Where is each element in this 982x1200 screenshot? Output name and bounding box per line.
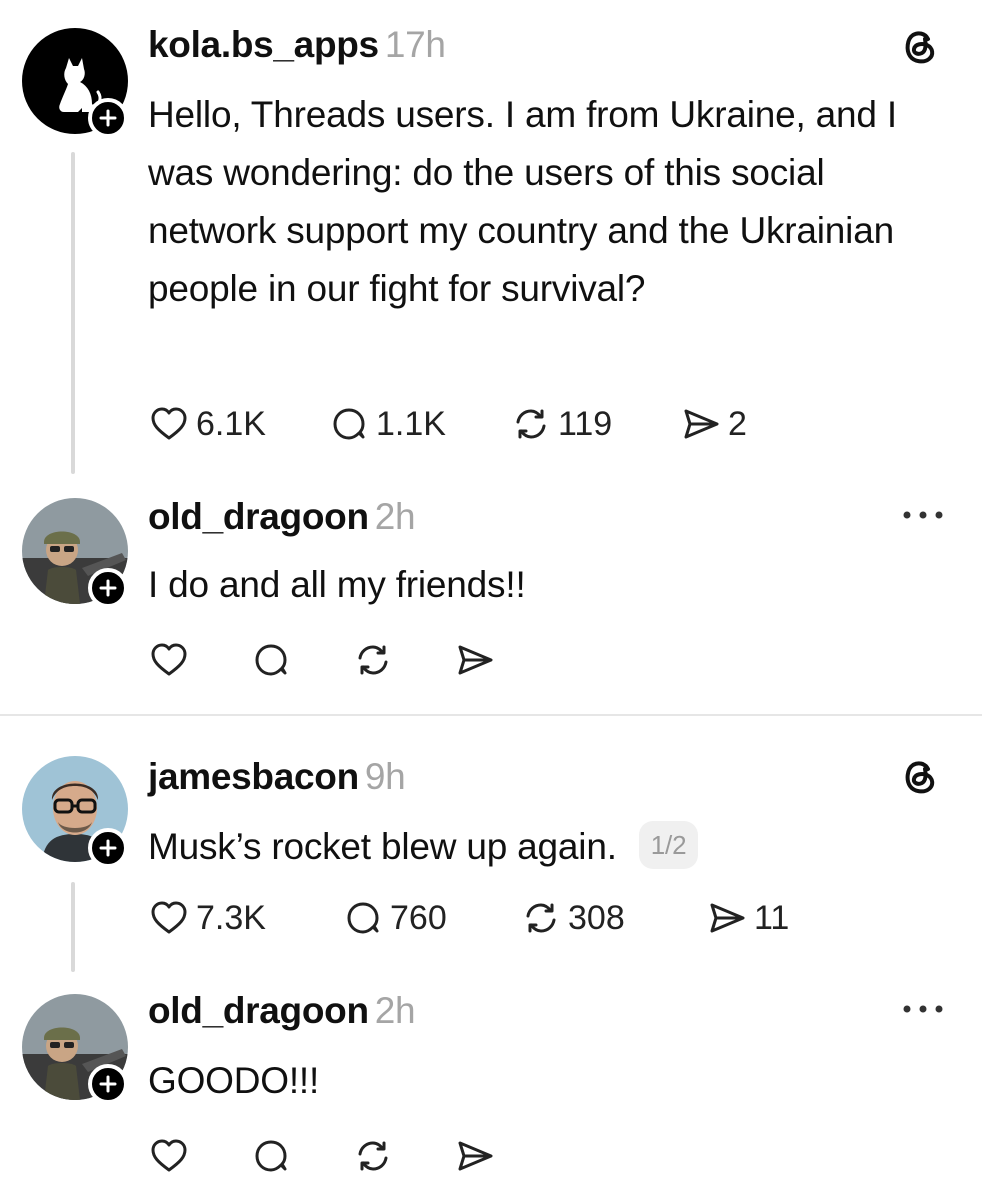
reply-count: 1.1K bbox=[376, 404, 446, 443]
repost-icon bbox=[358, 645, 388, 675]
share-count: 11 bbox=[754, 898, 790, 937]
more-options-icon[interactable] bbox=[900, 1002, 946, 1016]
share-count: 2 bbox=[728, 404, 747, 443]
threads-logo-icon[interactable] bbox=[898, 754, 942, 798]
repost-button[interactable]: 308 bbox=[520, 897, 706, 939]
post-text-container: Musk’s rocket blew up again. 1/2 bbox=[148, 818, 948, 876]
heart-icon bbox=[151, 901, 187, 934]
threads-logo-icon[interactable] bbox=[898, 24, 942, 68]
post: jamesbacon 9h Musk’s rocket blew up again… bbox=[0, 736, 982, 976]
repost-icon bbox=[526, 903, 556, 933]
send-icon bbox=[458, 645, 493, 675]
reply-bubble-icon bbox=[255, 1140, 287, 1172]
action-bar bbox=[148, 1132, 496, 1180]
like-button[interactable]: 7.3K bbox=[148, 897, 342, 939]
share-button[interactable] bbox=[454, 639, 496, 681]
username[interactable]: jamesbacon 9h bbox=[148, 756, 406, 798]
repost-count: 308 bbox=[568, 898, 625, 937]
like-count: 6.1K bbox=[196, 404, 266, 443]
heart-icon bbox=[151, 643, 187, 676]
send-icon bbox=[684, 409, 719, 439]
like-button[interactable] bbox=[148, 1135, 250, 1177]
repost-button[interactable]: 119 bbox=[510, 403, 680, 445]
post-time: 17h bbox=[384, 24, 446, 65]
send-icon bbox=[458, 1141, 493, 1171]
heart-icon bbox=[151, 407, 187, 440]
reply-post: old_dragoon 2h GOODO!!! bbox=[0, 984, 982, 1200]
post-time: 9h bbox=[364, 756, 406, 797]
action-bar bbox=[148, 636, 496, 684]
repost-icon bbox=[516, 409, 546, 439]
follow-badge[interactable] bbox=[88, 568, 128, 608]
reply-bubble-icon bbox=[347, 902, 379, 934]
thread-line bbox=[71, 882, 75, 972]
share-button[interactable]: 11 bbox=[706, 897, 789, 939]
reply-count: 760 bbox=[390, 898, 447, 937]
post-text: Hello, Threads users. I am from Ukraine,… bbox=[148, 94, 897, 309]
post-time: 2h bbox=[374, 496, 416, 537]
username[interactable]: old_dragoon 2h bbox=[148, 990, 416, 1032]
share-button[interactable] bbox=[454, 1135, 496, 1177]
like-button[interactable] bbox=[148, 639, 250, 681]
plus-icon bbox=[99, 1075, 117, 1093]
page-indicator: 1/2 bbox=[638, 821, 699, 870]
reply-button[interactable] bbox=[250, 1135, 352, 1177]
plus-icon bbox=[99, 839, 117, 857]
repost-button[interactable] bbox=[352, 1135, 454, 1177]
follow-badge[interactable] bbox=[88, 828, 128, 868]
send-icon bbox=[710, 903, 745, 933]
username[interactable]: kola.bs_apps 17h bbox=[148, 24, 446, 66]
more-options-icon[interactable] bbox=[900, 508, 946, 522]
username[interactable]: old_dragoon 2h bbox=[148, 496, 416, 538]
reply-bubble-icon bbox=[333, 408, 365, 440]
post: kola.bs_apps 17h Hello, Threads users. I … bbox=[0, 0, 982, 480]
share-button[interactable]: 2 bbox=[680, 403, 747, 445]
action-bar: 6.1K 1.1K 119 2 bbox=[148, 400, 747, 448]
plus-icon bbox=[99, 109, 117, 127]
like-count: 7.3K bbox=[196, 898, 266, 937]
plus-icon bbox=[99, 579, 117, 597]
reply-button[interactable] bbox=[250, 639, 352, 681]
post-text: Musk’s rocket blew up again. bbox=[148, 826, 617, 867]
post-text: GOODO!!! bbox=[148, 1060, 320, 1101]
reply-button[interactable]: 760 bbox=[342, 897, 520, 939]
reply-button[interactable]: 1.1K bbox=[328, 403, 510, 445]
post-text: I do and all my friends!! bbox=[148, 564, 526, 605]
post-time: 2h bbox=[374, 990, 416, 1031]
thread-line bbox=[71, 152, 75, 474]
reply-post: old_dragoon 2h I do and all my friends!! bbox=[0, 490, 982, 710]
repost-icon bbox=[358, 1141, 388, 1171]
follow-badge[interactable] bbox=[88, 98, 128, 138]
action-bar: 7.3K 760 308 11 bbox=[148, 894, 789, 942]
repost-count: 119 bbox=[558, 404, 613, 443]
follow-badge[interactable] bbox=[88, 1064, 128, 1104]
divider bbox=[0, 714, 982, 716]
repost-button[interactable] bbox=[352, 639, 454, 681]
like-button[interactable]: 6.1K bbox=[148, 403, 328, 445]
heart-icon bbox=[151, 1139, 187, 1172]
reply-bubble-icon bbox=[255, 644, 287, 676]
